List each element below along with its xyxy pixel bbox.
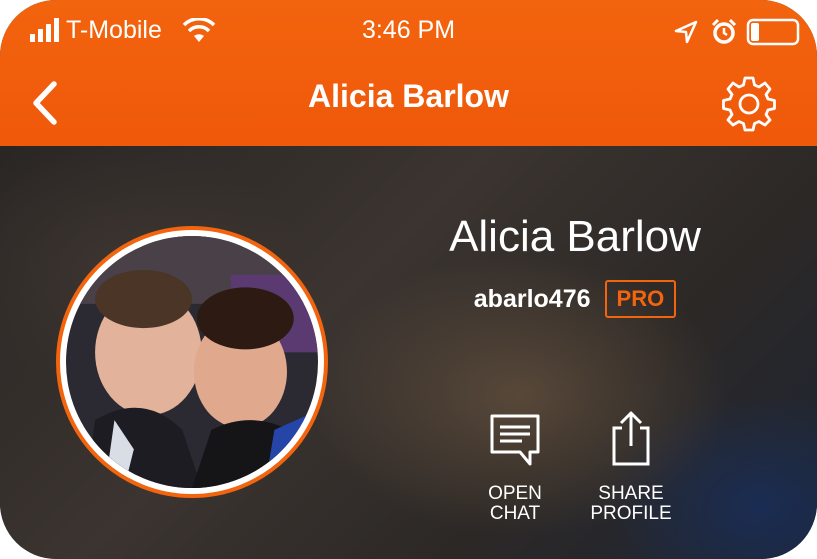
share-profile-button[interactable]: SHARE PROFILE	[576, 410, 686, 524]
header: T-Mobile 3:46 PM Alicia Barlow	[0, 0, 817, 146]
share-icon	[612, 411, 650, 466]
battery-icon	[746, 18, 800, 46]
profile-name: Alicia Barlow	[449, 212, 701, 261]
profile-photo	[66, 236, 318, 488]
location-icon	[674, 20, 698, 44]
username-row: abarlo476 PRO	[410, 280, 740, 318]
gear-icon[interactable]	[718, 72, 780, 134]
avatar[interactable]	[56, 226, 328, 498]
phone-screen: T-Mobile 3:46 PM Alicia Barlow Alicia Ba…	[0, 0, 817, 559]
pro-badge: PRO	[604, 280, 677, 318]
alarm-icon	[711, 18, 737, 44]
nav-bar: Alicia Barlow	[0, 60, 817, 146]
page-title: Alicia Barlow	[308, 78, 509, 114]
username: abarlo476	[473, 284, 591, 313]
profile-hero: Alicia Barlow abarlo476 PRO OPEN CHAT SH…	[0, 146, 817, 559]
share-profile-label: SHARE PROFILE	[590, 483, 672, 524]
open-chat-label: OPEN CHAT	[488, 483, 542, 524]
status-bar: T-Mobile 3:46 PM	[0, 0, 817, 60]
chat-icon	[490, 414, 540, 466]
open-chat-button[interactable]: OPEN CHAT	[460, 410, 570, 524]
